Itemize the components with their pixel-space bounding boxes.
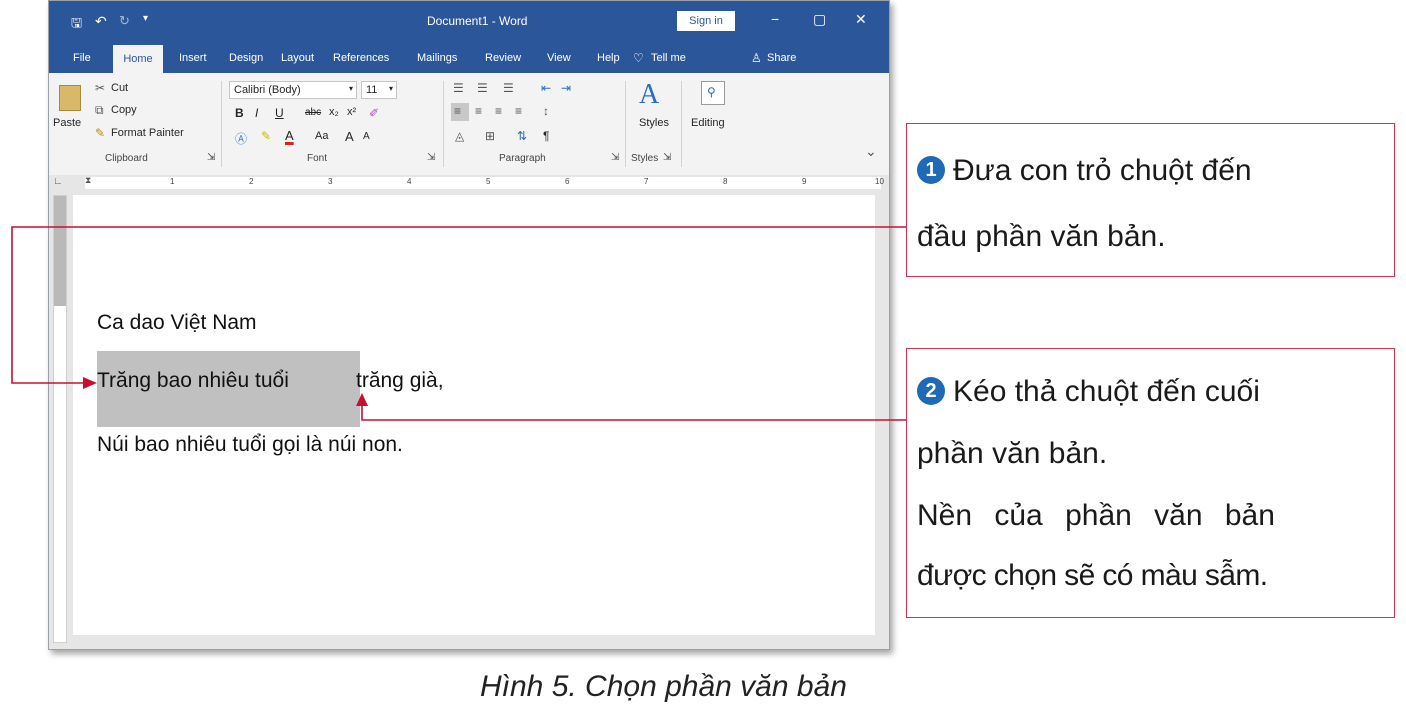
arrow-head-end xyxy=(356,393,368,406)
arrow-to-end xyxy=(361,402,906,421)
callout-1-line-2: đầu phần văn bản. xyxy=(917,220,1166,253)
figure-caption: Hình 5. Chọn phần văn bản xyxy=(480,670,847,703)
callout-2-line-4: được chọn sẽ có màu sẫm. xyxy=(917,559,1268,592)
callout-2-text-1: Kéo thả chuột đến cuối xyxy=(953,375,1260,408)
arrow-to-start xyxy=(11,226,906,384)
callout-2-line-3: Nền của phần văn bản xyxy=(917,499,1275,532)
step-badge-1: 1 xyxy=(917,156,945,184)
callout-step-1: 1 Đưa con trỏ chuột đến đầu phần văn bản. xyxy=(906,123,1395,277)
callout-2-line-1: 2 Kéo thả chuột đến cuối xyxy=(917,361,1260,423)
callout-step-2: 2 Kéo thả chuột đến cuối phần văn bản. Nề… xyxy=(906,348,1395,618)
step-badge-2: 2 xyxy=(917,377,945,405)
callout-1-text-1: Đưa con trỏ chuột đến xyxy=(953,154,1252,187)
callout-2-line-2: phần văn bản. xyxy=(917,437,1108,470)
callout-1-line-1: 1 Đưa con trỏ chuột đến xyxy=(917,140,1252,202)
arrow-head-start xyxy=(83,377,97,389)
